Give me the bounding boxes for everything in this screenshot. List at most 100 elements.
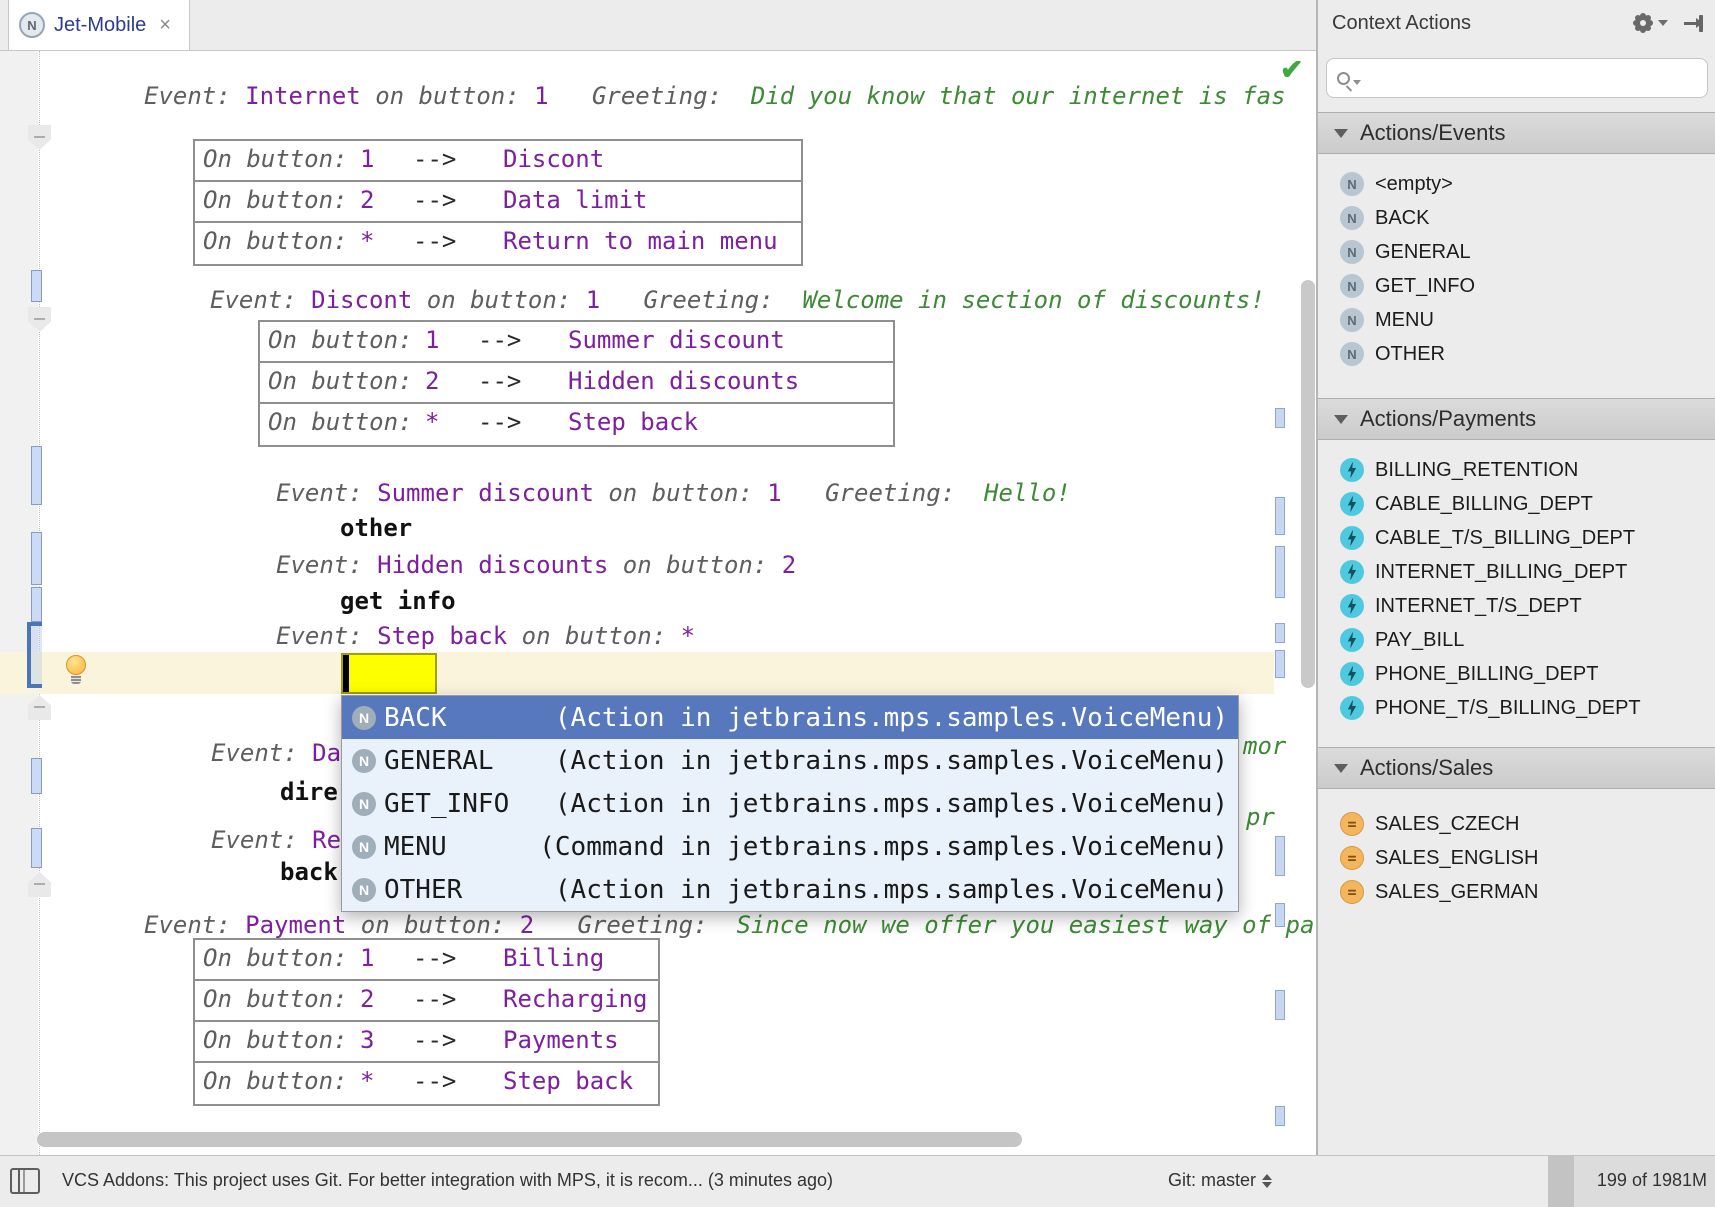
- mapping-key[interactable]: *: [360, 1067, 374, 1095]
- mapping-key[interactable]: 1: [360, 944, 374, 972]
- action-item-get-info[interactable]: NGET_INFO: [1318, 269, 1715, 303]
- action-item-cable-billing-dept[interactable]: CABLE_BILLING_DEPT: [1318, 487, 1715, 521]
- editor-line-event-data-limit-cut[interactable]: Event: Da: [211, 736, 341, 770]
- fold-region-bar[interactable]: [1275, 650, 1285, 678]
- mapping-action[interactable]: Step back: [568, 408, 698, 436]
- fold-region-bar[interactable]: [31, 828, 42, 868]
- editor-value[interactable]: get info: [340, 587, 456, 615]
- greeting-text[interactable]: Did you know that our internet is fas: [751, 82, 1286, 110]
- editor-line-greeting-cut-pr[interactable]: pr: [1246, 800, 1275, 834]
- keyword-label[interactable]: on button:: [594, 479, 767, 507]
- completion-item-menu[interactable]: NMENU(Command in jetbrains.mps.samples.V…: [342, 825, 1238, 868]
- editor-value[interactable]: Internet: [245, 82, 361, 110]
- mapping-action[interactable]: Billing: [503, 944, 604, 972]
- button-mapping-row[interactable]: On button:1-->Billing: [195, 940, 658, 981]
- keyword-label[interactable]: on button:: [608, 551, 781, 579]
- mapping-arrow[interactable]: -->: [413, 985, 456, 1013]
- action-item--empty-[interactable]: N<empty>: [1318, 167, 1715, 201]
- keyword-label[interactable]: on button:: [412, 286, 585, 314]
- completion-item-back[interactable]: NBACK(Action in jetbrains.mps.samples.Vo…: [342, 696, 1238, 739]
- keyword-label[interactable]: Greeting:: [782, 479, 984, 507]
- editor-line-action-back-cut[interactable]: back: [280, 855, 338, 889]
- mapping-arrow[interactable]: -->: [413, 1026, 456, 1054]
- editor-value[interactable]: other: [340, 514, 412, 542]
- active-edit-cell[interactable]: [341, 653, 437, 694]
- editor-value[interactable]: Summer discount: [377, 479, 594, 507]
- action-item-internet-t-s-dept[interactable]: INTERNET_T/S_DEPT: [1318, 589, 1715, 623]
- action-item-pay-bill[interactable]: PAY_BILL: [1318, 623, 1715, 657]
- mapping-arrow[interactable]: -->: [478, 408, 521, 436]
- fold-region-bar[interactable]: [1275, 408, 1285, 428]
- editor-line-event-internet[interactable]: Event: Internet on button: 1 Greeting: D…: [144, 79, 1286, 113]
- section-header-actions-sales[interactable]: Actions/Sales: [1318, 747, 1715, 789]
- keyword-label[interactable]: Event:: [144, 911, 245, 939]
- fold-region-bar[interactable]: [1275, 990, 1285, 1020]
- fold-region-bar[interactable]: [31, 532, 42, 585]
- mapping-action[interactable]: Recharging: [503, 985, 648, 1013]
- button-mapping-row[interactable]: On button: * --> Step back: [260, 404, 893, 445]
- greeting-text[interactable]: Hello!: [984, 479, 1071, 507]
- button-mapping-row[interactable]: On button:2-->Data limit: [195, 182, 801, 223]
- editor-line-event-discont[interactable]: Event: Discont on button: 1 Greeting: We…: [210, 283, 1265, 317]
- editor-value[interactable]: 1: [534, 82, 548, 110]
- keyword-label[interactable]: Greeting:: [534, 911, 736, 939]
- editor-value[interactable]: dire: [280, 778, 338, 806]
- git-branch-widget[interactable]: Git: master: [1168, 1170, 1272, 1191]
- search-input[interactable]: [1326, 58, 1708, 98]
- mapping-action[interactable]: Summer discount: [568, 326, 785, 354]
- keyword-label[interactable]: Event:: [211, 826, 312, 854]
- keyword-label[interactable]: Event:: [210, 286, 311, 314]
- editor-value[interactable]: Payment: [245, 911, 346, 939]
- mapping-key[interactable]: *: [360, 227, 374, 255]
- editor-line-event-step-back[interactable]: Event: Step back on button: *: [276, 619, 695, 653]
- editor-value[interactable]: 1: [767, 479, 781, 507]
- tab-jet-mobile[interactable]: N Jet-Mobile ×: [8, 0, 190, 50]
- greeting-text[interactable]: mor: [1243, 732, 1286, 760]
- action-item-sales-english[interactable]: =SALES_ENGLISH: [1318, 841, 1715, 875]
- editor-value[interactable]: 2: [782, 551, 796, 579]
- editor-value[interactable]: Discont: [311, 286, 412, 314]
- mapping-label[interactable]: On button:: [203, 1067, 348, 1095]
- mapping-action[interactable]: Discont: [503, 145, 604, 173]
- action-item-phone-t-s-billing-dept[interactable]: PHONE_T/S_BILLING_DEPT: [1318, 691, 1715, 725]
- fold-region-bar[interactable]: [1275, 1106, 1285, 1126]
- greeting-text[interactable]: Welcome in section of discounts!: [802, 286, 1264, 314]
- mapping-key[interactable]: *: [425, 408, 439, 436]
- greeting-text[interactable]: pr: [1246, 803, 1275, 831]
- button-mapping-row[interactable]: On button:3-->Payments: [195, 1022, 658, 1063]
- action-item-billing-retention[interactable]: BILLING_RETENTION: [1318, 453, 1715, 487]
- editor-value[interactable]: Hidden discounts: [377, 551, 608, 579]
- editor-line-event-return-cut[interactable]: Event: Re: [211, 823, 341, 857]
- keyword-label[interactable]: on button:: [507, 622, 680, 650]
- fold-region-bar[interactable]: [1275, 623, 1285, 643]
- toggle-toolwindows-icon[interactable]: [10, 1168, 40, 1194]
- fold-region-bar[interactable]: [31, 446, 42, 505]
- action-item-internet-billing-dept[interactable]: INTERNET_BILLING_DEPT: [1318, 555, 1715, 589]
- editor-value[interactable]: 1: [586, 286, 600, 314]
- mapping-action[interactable]: Data limit: [503, 186, 648, 214]
- section-header-actions-payments[interactable]: Actions/Payments: [1318, 398, 1715, 440]
- editor-value[interactable]: Step back: [377, 622, 507, 650]
- action-item-sales-german[interactable]: =SALES_GERMAN: [1318, 875, 1715, 909]
- keyword-label[interactable]: Event:: [276, 551, 377, 579]
- action-item-sales-czech[interactable]: =SALES_CZECH: [1318, 807, 1715, 841]
- button-mapping-row[interactable]: On button:2-->Hidden discounts: [260, 363, 893, 404]
- mapping-key[interactable]: 1: [360, 145, 374, 173]
- mapping-arrow[interactable]: -->: [413, 227, 456, 255]
- mapping-label[interactable]: On button:: [268, 408, 413, 436]
- action-item-phone-billing-dept[interactable]: PHONE_BILLING_DEPT: [1318, 657, 1715, 691]
- editor-line-event-summer-discount[interactable]: Event: Summer discount on button: 1 Gree…: [276, 476, 1071, 510]
- keyword-label[interactable]: Event:: [276, 479, 377, 507]
- mapping-arrow[interactable]: -->: [478, 367, 521, 395]
- editor-pane[interactable]: Event: Internet on button: 1 Greeting: D…: [0, 51, 1316, 1155]
- button-mapping-row[interactable]: On button:*-->Return to main menu: [195, 223, 801, 264]
- mapping-arrow[interactable]: -->: [478, 326, 521, 354]
- editor-line-event-payment[interactable]: Event: Payment on button: 2 Greeting: Si…: [144, 908, 1314, 942]
- mapping-key[interactable]: 3: [360, 1026, 374, 1054]
- keyword-label[interactable]: on button:: [361, 82, 534, 110]
- completion-item-general[interactable]: NGENERAL(Action in jetbrains.mps.samples…: [342, 739, 1238, 782]
- memory-indicator[interactable]: 199 of 1981M: [1548, 1156, 1715, 1207]
- completion-item-other[interactable]: NOTHER(Action in jetbrains.mps.samples.V…: [342, 868, 1238, 911]
- mapping-key[interactable]: 2: [360, 985, 374, 1013]
- fold-region-bar[interactable]: [31, 758, 42, 794]
